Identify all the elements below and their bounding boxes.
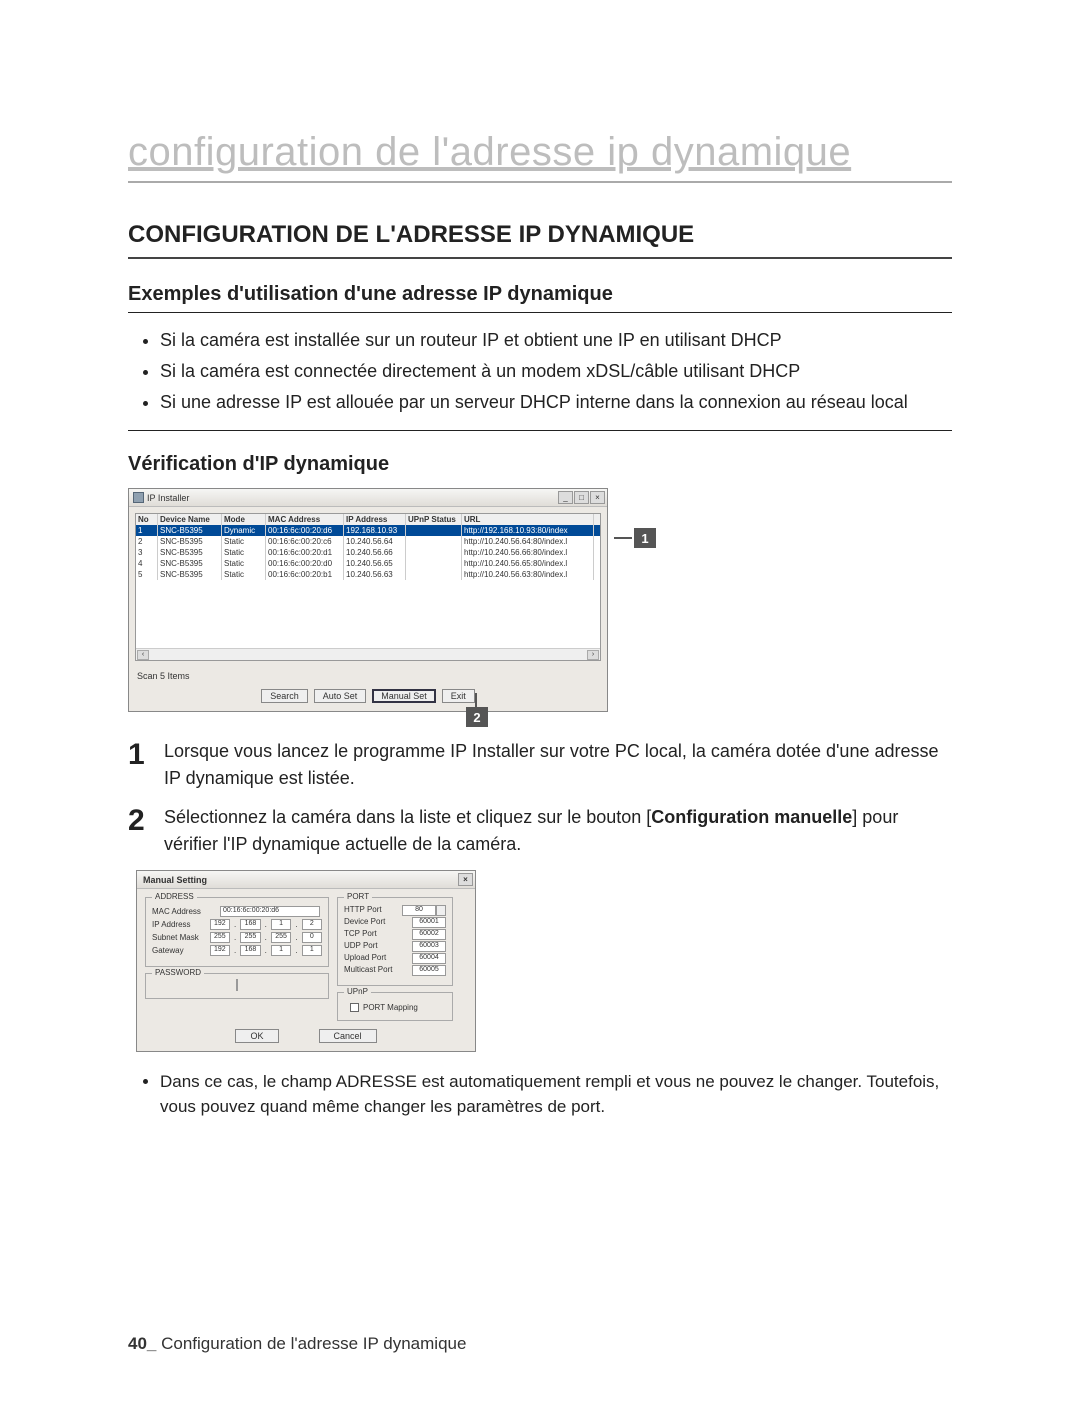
device-port-field[interactable]: 60001 bbox=[412, 917, 446, 928]
manual-set-button[interactable]: Manual Set bbox=[372, 689, 436, 703]
port-label: TCP Port bbox=[344, 929, 377, 940]
step-number: 2 bbox=[128, 804, 150, 858]
subnet-octet[interactable]: 255 bbox=[271, 932, 291, 943]
port-label: Upload Port bbox=[344, 953, 386, 964]
port-label: Multicast Port bbox=[344, 965, 392, 976]
scroll-left-icon[interactable]: ‹ bbox=[137, 650, 149, 660]
callout-two: 2 bbox=[464, 693, 488, 727]
ok-button[interactable]: OK bbox=[235, 1029, 278, 1043]
port-mapping-checkbox[interactable] bbox=[350, 1003, 359, 1012]
close-icon[interactable]: × bbox=[590, 491, 605, 504]
tcp-port-field[interactable]: 60002 bbox=[412, 929, 446, 940]
table-row[interactable]: 3 SNC-B5395 Static 00:16:6c:00:20:d1 10.… bbox=[136, 547, 600, 558]
upload-port-field[interactable]: 60004 bbox=[412, 953, 446, 964]
callout-one: 1 bbox=[614, 528, 656, 548]
port-label: UDP Port bbox=[344, 941, 378, 952]
window-title: IP Installer bbox=[147, 493, 189, 503]
subnet-label: Subnet Mask bbox=[152, 933, 206, 942]
col-no: No bbox=[136, 514, 158, 525]
device-grid: No Device Name Mode MAC Address IP Addre… bbox=[135, 513, 601, 661]
titlebar: IP Installer _ □ × bbox=[129, 489, 607, 507]
page-footer: 40_ Configuration de l'adresse IP dynami… bbox=[128, 1334, 466, 1354]
ip-octet[interactable]: 2 bbox=[302, 919, 322, 930]
divider bbox=[128, 312, 952, 313]
port-fieldset: PORT HTTP Port80 Device Port60001 TCP Po… bbox=[337, 897, 453, 986]
list-item: Si une adresse IP est allouée par un ser… bbox=[160, 389, 952, 416]
ip-label: IP Address bbox=[152, 920, 206, 929]
address-legend: ADDRESS bbox=[152, 892, 197, 901]
col-device-name: Device Name bbox=[158, 514, 222, 525]
note-list: Dans ce cas, le champ ADRESSE est automa… bbox=[128, 1070, 952, 1119]
port-label: Device Port bbox=[344, 917, 385, 928]
main-heading: CONFIGURATION DE L'ADRESSE IP DYNAMIQUE bbox=[128, 221, 952, 249]
ip-octet[interactable]: 192 bbox=[210, 919, 230, 930]
gateway-label: Gateway bbox=[152, 946, 206, 955]
gateway-octet[interactable]: 192 bbox=[210, 945, 230, 956]
table-row-selected[interactable]: 1 SNC-B5395 Dynamic 00:16:6c:00:20:d6 19… bbox=[136, 525, 600, 536]
password-legend: PASSWORD bbox=[152, 968, 204, 977]
examples-heading: Exemples d'utilisation d'une adresse IP … bbox=[128, 283, 952, 306]
subnet-octet[interactable]: 255 bbox=[210, 932, 230, 943]
chapter-header: configuration de l'adresse ip dynamique bbox=[128, 130, 952, 183]
manual-setting-window: Manual Setting × ADDRESS MAC Address 00:… bbox=[136, 870, 476, 1052]
mac-label: MAC Address bbox=[152, 907, 216, 916]
table-row[interactable]: 5 SNC-B5395 Static 00:16:6c:00:20:b1 10.… bbox=[136, 569, 600, 580]
http-port-field[interactable]: 80 bbox=[402, 905, 436, 916]
list-item: Si la caméra est installée sur un routeu… bbox=[160, 327, 952, 354]
cancel-button[interactable]: Cancel bbox=[319, 1029, 377, 1043]
step-number: 1 bbox=[128, 738, 150, 792]
note-item: Dans ce cas, le champ ADRESSE est automa… bbox=[160, 1070, 952, 1119]
port-label: HTTP Port bbox=[344, 905, 382, 916]
dialog-title: Manual Setting bbox=[143, 875, 207, 885]
list-item: Si la caméra est connectée directement à… bbox=[160, 358, 952, 385]
col-mac: MAC Address bbox=[266, 514, 344, 525]
step-text: Lorsque vous lancez le programme IP Inst… bbox=[164, 738, 952, 792]
close-icon[interactable]: × bbox=[458, 873, 473, 886]
upnp-legend: UPnP bbox=[344, 987, 371, 996]
step-two: 2 Sélectionnez la caméra dans la liste e… bbox=[128, 804, 952, 858]
horizontal-scrollbar[interactable]: ‹ › bbox=[136, 648, 600, 660]
mac-field: 00:16:6c:00:20:d6 bbox=[220, 906, 320, 917]
col-ip: IP Address bbox=[344, 514, 406, 525]
subnet-octet[interactable]: 0 bbox=[302, 932, 322, 943]
table-row[interactable]: 4 SNC-B5395 Static 00:16:6c:00:20:d0 10.… bbox=[136, 558, 600, 569]
spinner-icon[interactable] bbox=[436, 905, 446, 916]
ip-octet[interactable]: 168 bbox=[240, 919, 260, 930]
col-mode: Mode bbox=[222, 514, 266, 525]
minimize-icon[interactable]: _ bbox=[558, 491, 573, 504]
multicast-port-field[interactable]: 60005 bbox=[412, 965, 446, 976]
divider bbox=[128, 257, 952, 259]
footer-text: Configuration de l'adresse IP dynamique bbox=[156, 1334, 466, 1353]
gateway-octet[interactable]: 168 bbox=[240, 945, 260, 956]
step-one: 1 Lorsque vous lancez le programme IP In… bbox=[128, 738, 952, 792]
ip-octet[interactable]: 1 bbox=[271, 919, 291, 930]
scan-status: Scan 5 Items bbox=[135, 661, 601, 685]
maximize-icon[interactable]: □ bbox=[574, 491, 589, 504]
col-url: URL bbox=[462, 514, 594, 525]
examples-list: Si la caméra est installée sur un routeu… bbox=[128, 327, 952, 416]
scroll-right-icon[interactable]: › bbox=[587, 650, 599, 660]
gateway-octet[interactable]: 1 bbox=[302, 945, 322, 956]
ip-installer-window: IP Installer _ □ × No Device Name Mode M… bbox=[128, 488, 608, 712]
port-legend: PORT bbox=[344, 892, 372, 901]
divider bbox=[128, 430, 952, 431]
gateway-octet[interactable]: 1 bbox=[271, 945, 291, 956]
upnp-fieldset: UPnP PORT Mapping bbox=[337, 992, 453, 1021]
password-fieldset: PASSWORD bbox=[145, 973, 329, 999]
verify-heading: Vérification d'IP dynamique bbox=[128, 453, 952, 476]
subnet-octet[interactable]: 255 bbox=[240, 932, 260, 943]
table-row[interactable]: 2 SNC-B5395 Static 00:16:6c:00:20:c6 10.… bbox=[136, 536, 600, 547]
step-text: Sélectionnez la caméra dans la liste et … bbox=[164, 804, 952, 858]
page-number: 40_ bbox=[128, 1334, 156, 1353]
search-button[interactable]: Search bbox=[261, 689, 308, 703]
col-upnp: UPnP Status bbox=[406, 514, 462, 525]
udp-port-field[interactable]: 60003 bbox=[412, 941, 446, 952]
address-fieldset: ADDRESS MAC Address 00:16:6c:00:20:d6 IP… bbox=[145, 897, 329, 967]
app-icon bbox=[133, 492, 144, 503]
password-field[interactable] bbox=[236, 979, 238, 991]
port-mapping-label: PORT Mapping bbox=[363, 1003, 418, 1012]
auto-set-button[interactable]: Auto Set bbox=[314, 689, 367, 703]
